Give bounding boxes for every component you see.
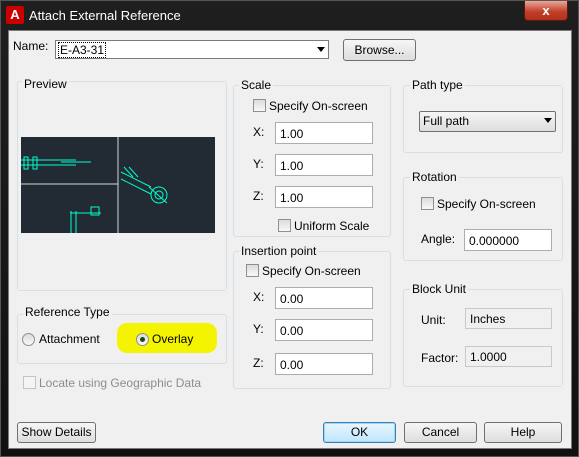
path-type-title: Path type — [410, 78, 465, 92]
rotation-specify-label: Specify On-screen — [437, 197, 536, 211]
window-title: Attach External Reference — [29, 8, 181, 23]
path-type-value: Full path — [423, 114, 470, 128]
chevron-down-icon — [317, 47, 325, 52]
attachment-label[interactable]: Attachment — [39, 332, 100, 346]
insertion-z-label: Z: — [253, 356, 264, 370]
scale-z-label: Z: — [253, 189, 264, 203]
insertion-z-input[interactable]: 0.00 — [275, 353, 373, 375]
name-dropdown[interactable]: E-A3-31 — [55, 40, 329, 59]
chevron-down-icon — [544, 118, 552, 123]
block-unit-group — [403, 289, 563, 387]
insertion-title: Insertion point — [239, 244, 319, 258]
angle-value: 0.000000 — [469, 234, 520, 248]
factor-value: 1.0000 — [470, 350, 507, 364]
help-button[interactable]: Help — [484, 422, 562, 443]
cancel-button[interactable]: Cancel — [404, 422, 477, 443]
browse-button[interactable]: Browse... — [343, 39, 416, 61]
insertion-x-label: X: — [253, 290, 265, 304]
preview-image — [21, 137, 215, 233]
angle-label: Angle: — [421, 232, 456, 246]
preview-title: Preview — [22, 77, 69, 91]
close-button[interactable]: x — [524, 1, 568, 21]
scale-title: Scale — [239, 78, 274, 92]
unit-label: Unit: — [421, 313, 446, 327]
insertion-x-value: 0.00 — [280, 292, 304, 306]
unit-readonly: Inches — [465, 308, 552, 329]
scale-x-input[interactable]: 1.00 — [275, 122, 373, 144]
dialog-client: Name: E-A3-31 Browse... Preview Referenc… — [8, 30, 572, 449]
scale-z-value: 1.00 — [280, 191, 304, 205]
uniform-scale-label: Uniform Scale — [294, 219, 370, 233]
geo-label: Locate using Geographic Data — [39, 376, 202, 390]
rotation-specify-checkbox[interactable] — [421, 197, 434, 210]
scale-y-label: Y: — [253, 157, 264, 171]
name-value: E-A3-31 — [57, 42, 107, 58]
overlay-radio[interactable] — [136, 333, 149, 346]
title-bar[interactable]: A Attach External Reference x — [1, 1, 578, 31]
rotation-title: Rotation — [410, 170, 459, 184]
name-label: Name: — [13, 39, 49, 53]
ok-button[interactable]: OK — [323, 422, 396, 443]
path-type-dropdown[interactable]: Full path — [419, 111, 556, 132]
uniform-scale-checkbox[interactable] — [278, 219, 291, 232]
overlay-label[interactable]: Overlay — [152, 332, 193, 346]
scale-x-value: 1.00 — [280, 127, 304, 141]
dialog-window: A Attach External Reference x Name: E-A3… — [0, 0, 579, 457]
insertion-y-input[interactable]: 0.00 — [275, 319, 373, 341]
insertion-y-label: Y: — [253, 322, 264, 336]
insertion-specify-label: Specify On-screen — [262, 264, 361, 278]
factor-readonly: 1.0000 — [465, 346, 552, 367]
autocad-logo-icon: A — [6, 6, 24, 24]
scale-y-value: 1.00 — [280, 159, 304, 173]
insertion-x-input[interactable]: 0.00 — [275, 287, 373, 309]
reference-type-title: Reference Type — [23, 305, 112, 319]
scale-x-label: X: — [253, 125, 265, 139]
cad-drawing — [21, 137, 168, 233]
insertion-y-value: 0.00 — [280, 324, 304, 338]
insertion-specify-checkbox[interactable] — [246, 264, 259, 277]
block-unit-title: Block Unit — [410, 282, 469, 296]
insertion-z-value: 0.00 — [280, 358, 304, 372]
attachment-radio[interactable] — [22, 333, 35, 346]
scale-y-input[interactable]: 1.00 — [275, 154, 373, 176]
geo-checkbox[interactable] — [23, 376, 36, 389]
scale-specify-label: Specify On-screen — [269, 99, 368, 113]
unit-value: Inches — [470, 312, 506, 326]
scale-specify-checkbox[interactable] — [253, 99, 266, 112]
angle-input[interactable]: 0.000000 — [464, 229, 552, 251]
factor-label: Factor: — [421, 351, 459, 365]
show-details-button[interactable]: Show Details — [17, 422, 96, 443]
scale-z-input[interactable]: 1.00 — [275, 186, 373, 208]
